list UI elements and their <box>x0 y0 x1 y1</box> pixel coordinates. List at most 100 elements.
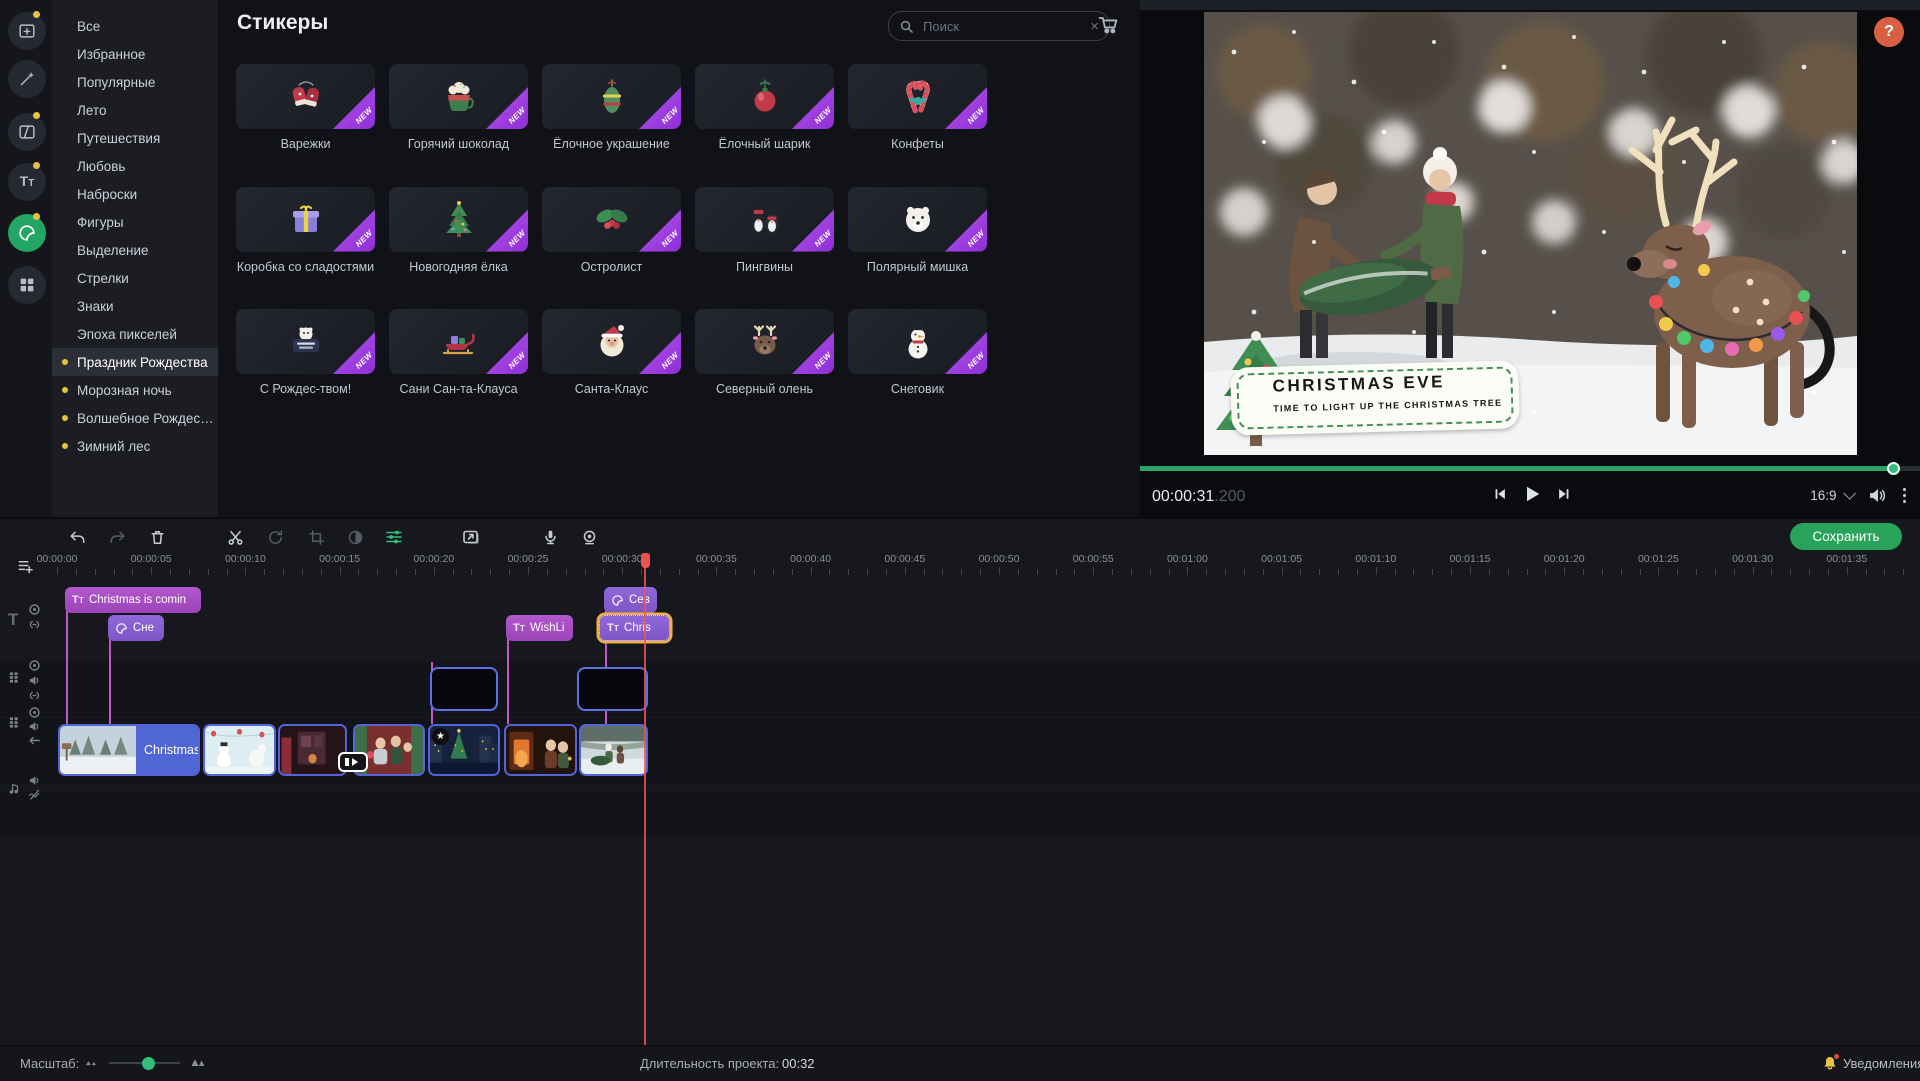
sticker-tile[interactable]: NEW <box>389 187 528 252</box>
category-item[interactable]: Путешествия <box>52 124 218 152</box>
volume-icon[interactable] <box>1868 487 1887 504</box>
category-item[interactable]: Все <box>52 12 218 40</box>
playhead-line[interactable] <box>644 553 646 1047</box>
arrow-left-icon[interactable] <box>28 734 41 747</box>
video-clip[interactable]: Christmas <box>58 724 200 776</box>
prev-frame-button[interactable] <box>1492 486 1508 502</box>
color-adjust-icon[interactable] <box>344 526 366 548</box>
ruler-tick <box>1376 567 1377 575</box>
notifications-label[interactable]: Уведомления <box>1843 1056 1920 1071</box>
rail-item-more-tools[interactable] <box>8 266 46 304</box>
seek-bar[interactable] <box>1140 466 1920 471</box>
sticker-tile[interactable]: NEW <box>542 64 681 129</box>
bell-icon[interactable] <box>1822 1055 1838 1071</box>
webcam-icon[interactable] <box>578 526 600 548</box>
category-item[interactable]: Стрелки <box>52 264 218 292</box>
sticker-tile[interactable]: NEW <box>695 309 834 374</box>
category-item[interactable]: Избранное <box>52 40 218 68</box>
title-clip[interactable]: TTChristmas is comin <box>65 587 201 613</box>
category-item[interactable]: Морозная ночь <box>52 376 218 404</box>
category-item[interactable]: Праздник Рождества <box>52 348 218 376</box>
crop-icon[interactable] <box>305 526 327 548</box>
santa-icon <box>592 322 632 362</box>
eye-icon[interactable] <box>28 603 41 616</box>
overlay-clip[interactable] <box>577 667 648 711</box>
sticker-tile[interactable]: NEW <box>848 187 987 252</box>
rail-item-transitions[interactable] <box>8 113 46 151</box>
overlay-clip[interactable] <box>430 667 498 711</box>
category-item[interactable]: Зимний лес <box>52 432 218 460</box>
help-button[interactable]: ? <box>1874 17 1904 47</box>
rail-item-titles[interactable]: TT <box>8 163 46 201</box>
sticker-tile[interactable]: NEW <box>236 64 375 129</box>
link-icon[interactable] <box>28 689 41 702</box>
mute-wave-icon[interactable] <box>28 788 41 801</box>
sticker-tile[interactable]: NEW <box>848 309 987 374</box>
playhead-handle[interactable] <box>641 553 650 568</box>
transition-badge[interactable] <box>338 752 368 772</box>
clip-properties-icon[interactable] <box>383 526 405 548</box>
cut-icon[interactable] <box>224 526 246 548</box>
rail-item-import[interactable] <box>8 12 46 50</box>
video-clip[interactable] <box>504 724 577 776</box>
menu-dots-icon[interactable] <box>1903 488 1907 504</box>
undo-icon[interactable] <box>66 526 88 548</box>
category-item[interactable]: Эпоха пикселей <box>52 320 218 348</box>
rotate-icon[interactable] <box>264 526 286 548</box>
video-clip[interactable]: ★ <box>428 724 500 776</box>
category-item[interactable]: Популярные <box>52 68 218 96</box>
category-item[interactable]: Наброски <box>52 180 218 208</box>
seek-knob[interactable] <box>1887 462 1900 475</box>
zoom-out-icon[interactable] <box>84 1056 99 1067</box>
speaker-icon[interactable] <box>28 720 41 733</box>
delete-icon[interactable] <box>146 526 168 548</box>
zoom-slider-knob[interactable] <box>142 1057 155 1070</box>
category-item[interactable]: Волшебное Рождес… <box>52 404 218 432</box>
video-clip[interactable] <box>579 724 648 776</box>
link-icon[interactable] <box>28 618 41 631</box>
eye-icon[interactable] <box>28 706 41 719</box>
audio-track-lane[interactable] <box>0 791 1920 835</box>
ruler-tick <box>1093 567 1094 575</box>
title-clip[interactable]: Сев <box>604 587 657 613</box>
category-item[interactable]: Лето <box>52 96 218 124</box>
cart-icon[interactable] <box>1098 15 1119 34</box>
overlay-track-lane[interactable] <box>0 662 1920 716</box>
title-clip[interactable]: TTWishLi <box>506 615 573 641</box>
sticker-tile[interactable]: NEW <box>236 187 375 252</box>
record-audio-icon[interactable] <box>539 526 561 548</box>
video-clip[interactable] <box>203 724 276 776</box>
sticker-tile[interactable]: NEW <box>389 64 528 129</box>
sticker-tile[interactable]: NEW <box>695 187 834 252</box>
search-input[interactable] <box>921 18 1083 35</box>
next-frame-button[interactable] <box>1556 486 1572 502</box>
add-track-icon[interactable] <box>14 555 36 577</box>
rail-item-stickers[interactable] <box>8 214 46 252</box>
title-clip[interactable]: TTChris <box>599 615 670 641</box>
category-item[interactable]: Любовь <box>52 152 218 180</box>
title-clip[interactable]: Сне <box>108 615 164 641</box>
category-item[interactable]: Фигуры <box>52 208 218 236</box>
search-box[interactable]: × <box>888 11 1110 41</box>
sticker-tile[interactable]: NEW <box>695 64 834 129</box>
sticker-tile[interactable]: NEW <box>848 64 987 129</box>
category-item[interactable]: Знаки <box>52 292 218 320</box>
zoom-in-icon[interactable] <box>190 1054 206 1068</box>
rail-item-filters[interactable] <box>8 60 46 98</box>
play-button[interactable] <box>1522 484 1542 504</box>
speaker-icon[interactable] <box>28 774 41 787</box>
ruler-tick <box>1074 569 1075 575</box>
sticker-tile[interactable]: NEW <box>389 309 528 374</box>
sticker-tile[interactable]: NEW <box>542 309 681 374</box>
video-clip[interactable] <box>278 724 347 776</box>
pip-icon[interactable] <box>460 526 482 548</box>
speaker-icon[interactable] <box>28 674 41 687</box>
zoom-slider[interactable] <box>109 1062 180 1064</box>
redo-icon[interactable] <box>106 526 128 548</box>
sticker-tile[interactable]: NEW <box>236 309 375 374</box>
aspect-ratio-select[interactable]: 16:9 <box>1810 488 1851 503</box>
save-button[interactable]: Сохранить <box>1790 523 1902 550</box>
eye-icon[interactable] <box>28 659 41 672</box>
sticker-tile[interactable]: NEW <box>542 187 681 252</box>
category-item[interactable]: Выделение <box>52 236 218 264</box>
